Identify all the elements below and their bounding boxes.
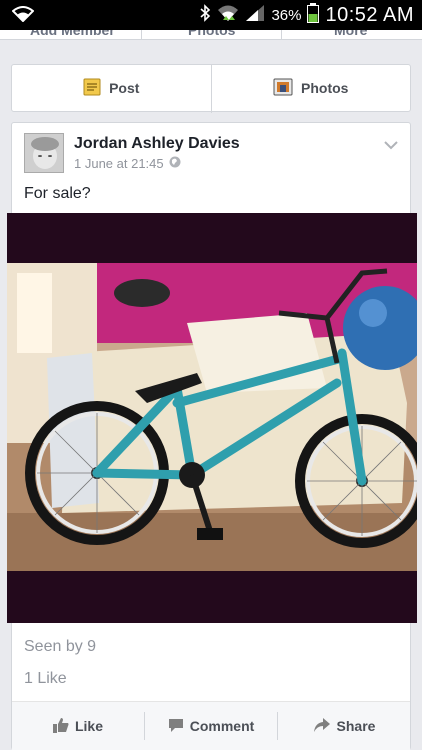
photos-button-label: Photos bbox=[301, 80, 349, 96]
clock: 10:52 AM bbox=[325, 3, 414, 26]
comment-label: Comment bbox=[189, 718, 255, 734]
thumbs-up-icon bbox=[52, 717, 69, 736]
tab-add-member[interactable]: Add Member bbox=[30, 30, 115, 38]
tab-photos[interactable]: Photos bbox=[188, 30, 235, 38]
like-label: Like bbox=[74, 718, 103, 734]
group-tabs: Add Member Photos More bbox=[0, 30, 422, 40]
globe-icon bbox=[169, 156, 181, 171]
note-icon bbox=[83, 78, 101, 99]
post-button-label: Post bbox=[109, 80, 140, 96]
comment-icon bbox=[168, 717, 184, 736]
post-timestamp[interactable]: 1 June at 21:45 bbox=[74, 156, 164, 171]
post-text: For sale? bbox=[24, 185, 91, 202]
photos-button[interactable]: Photos bbox=[212, 65, 411, 111]
bluetooth-icon bbox=[199, 3, 211, 27]
cell-signal-icon bbox=[245, 4, 265, 27]
post-button[interactable]: Post bbox=[12, 65, 211, 111]
post-author[interactable]: Jordan Ashley Davies bbox=[74, 135, 240, 153]
chevron-down-icon[interactable] bbox=[384, 137, 398, 155]
likes-count[interactable]: 1 Like bbox=[24, 670, 67, 688]
composer-bar: Post Photos bbox=[11, 64, 411, 113]
avatar[interactable] bbox=[24, 133, 64, 173]
photo-icon bbox=[273, 78, 293, 99]
share-label: Share bbox=[336, 718, 376, 734]
share-arrow-icon bbox=[313, 717, 331, 736]
post-meta: 1 June at 21:45 bbox=[74, 156, 181, 171]
battery-percent: 36% bbox=[271, 6, 302, 24]
tab-more[interactable]: More bbox=[334, 30, 367, 38]
battery-icon bbox=[307, 2, 320, 28]
wifi-signal-icon bbox=[217, 4, 239, 27]
post-card: Jordan Ashley Davies 1 June at 21:45 For… bbox=[7, 122, 417, 750]
comment-button[interactable]: Comment bbox=[145, 702, 277, 750]
like-button[interactable]: Like bbox=[12, 702, 144, 750]
tab-divider bbox=[141, 30, 142, 39]
wifi-icon bbox=[11, 6, 35, 27]
share-button[interactable]: Share bbox=[278, 702, 410, 750]
tab-divider bbox=[281, 30, 282, 39]
post-photo[interactable] bbox=[7, 213, 417, 623]
post-actions: Like Comment Share bbox=[12, 702, 410, 750]
seen-by[interactable]: Seen by 9 bbox=[24, 638, 96, 656]
status-bar: 36% 10:52 AM bbox=[0, 0, 422, 30]
